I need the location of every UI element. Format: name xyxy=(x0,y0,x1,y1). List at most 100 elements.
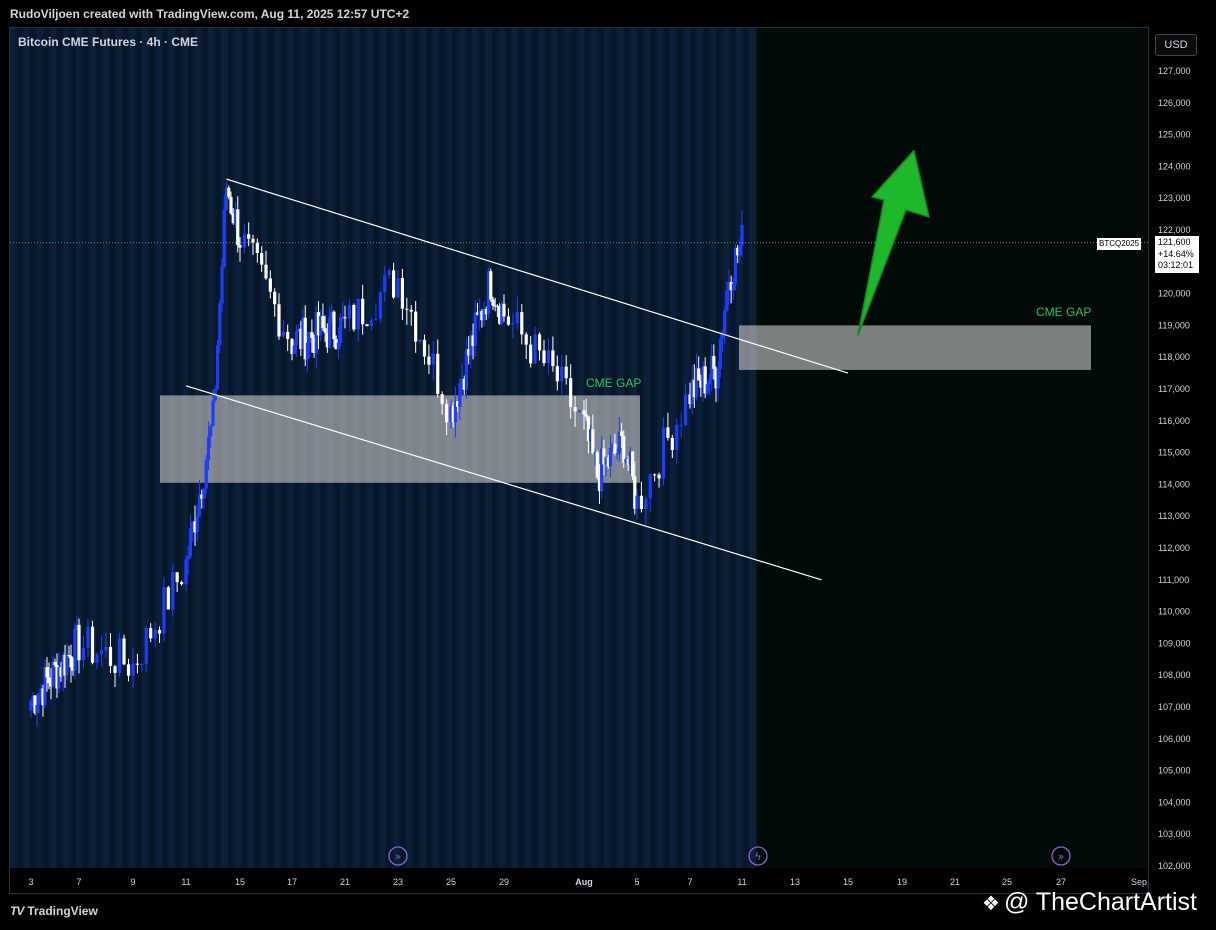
candle-body xyxy=(162,587,166,634)
candle-body xyxy=(533,334,537,364)
candle-body xyxy=(236,209,240,246)
candle-body xyxy=(520,312,524,335)
candle-body xyxy=(149,628,153,639)
candle-body xyxy=(204,460,208,489)
candle-body xyxy=(310,332,314,338)
session-stripe xyxy=(115,28,123,868)
candle-body xyxy=(582,410,586,415)
candle-body xyxy=(707,379,712,385)
session-stripe xyxy=(62,28,70,868)
candle-body xyxy=(615,453,619,455)
candle-body xyxy=(705,384,709,394)
y-tick-label: 120,000 xyxy=(1158,289,1191,299)
candle-body xyxy=(427,356,431,365)
candle-body xyxy=(683,394,688,425)
x-tick-label: 25 xyxy=(1002,877,1012,887)
candle-body xyxy=(712,356,716,369)
session-stripe xyxy=(102,28,109,868)
diamond-logo-icon: ❖ xyxy=(982,893,1000,915)
y-tick-label: 115,000 xyxy=(1158,448,1190,458)
candle-body xyxy=(81,647,86,661)
y-tick-label: 102,000 xyxy=(1158,861,1191,871)
candle-body xyxy=(73,628,77,671)
candle-body xyxy=(260,253,264,265)
last-price-box: 121,600 +14.64% 03:12:01 xyxy=(1155,236,1199,273)
candle-body xyxy=(37,693,41,705)
price-chart[interactable]: 127,000 126,000 125,000 124,000 123,000 122,0… xyxy=(0,0,1216,930)
candle-body xyxy=(65,655,69,676)
candle-body xyxy=(273,291,277,305)
candle-body xyxy=(653,474,657,476)
candle-body xyxy=(666,427,670,438)
x-tick-label: 13 xyxy=(790,877,800,887)
candle-body xyxy=(511,322,515,325)
candle-body xyxy=(418,339,422,342)
candle-body xyxy=(723,310,727,334)
candle-body xyxy=(35,704,39,713)
y-tick-label: 126,000 xyxy=(1158,98,1191,108)
cme-gap-box-upper xyxy=(739,325,1091,370)
candle-body xyxy=(352,304,356,330)
candle-body xyxy=(90,626,95,663)
y-tick-label: 119,000 xyxy=(1158,320,1190,330)
candle-body xyxy=(113,666,117,673)
candle-body xyxy=(117,638,122,673)
candle-body xyxy=(104,646,108,651)
candle-body xyxy=(131,663,135,676)
y-tick-label: 106,000 xyxy=(1158,734,1191,744)
candle-body xyxy=(670,437,674,450)
candle-body xyxy=(725,289,729,311)
candle-body xyxy=(277,304,281,337)
x-tick-label: 23 xyxy=(393,877,403,887)
session-stripe xyxy=(736,28,743,868)
candle-body xyxy=(409,309,413,312)
candle-body xyxy=(184,559,188,585)
candle-body xyxy=(422,339,427,357)
candle-body xyxy=(361,298,365,325)
last-price: 121,600 xyxy=(1158,237,1191,247)
cme-gap-box-lower xyxy=(160,395,640,483)
candle-body xyxy=(542,350,546,364)
candle-body xyxy=(238,245,242,248)
candle-body xyxy=(555,366,559,382)
y-tick-label: 122,000 xyxy=(1158,225,1191,235)
candle-body xyxy=(188,528,193,557)
y-tick-label: 107,000 xyxy=(1158,702,1191,712)
candle-body xyxy=(227,187,231,197)
candle-body xyxy=(577,410,582,412)
candle-body xyxy=(321,316,325,329)
session-stripe xyxy=(722,28,730,868)
future-area xyxy=(757,28,1148,868)
candle-body xyxy=(595,452,599,478)
x-tick-label: 27 xyxy=(1056,877,1066,887)
tradingview-logo-mark: TV xyxy=(10,904,24,918)
y-tick-label: 124,000 xyxy=(1158,161,1191,171)
candle-body xyxy=(679,424,683,426)
session-stripe xyxy=(142,28,149,868)
tradingview-logo[interactable]: TV TradingView xyxy=(10,904,98,918)
candle-body xyxy=(718,338,722,370)
candle-body xyxy=(251,238,255,243)
y-tick-label: 103,000 xyxy=(1158,829,1191,839)
symbol-label[interactable]: Bitcoin CME Futures · 4h · CME xyxy=(18,35,198,49)
candle-body xyxy=(697,368,701,381)
candle-body xyxy=(166,587,170,610)
candle-body xyxy=(45,667,49,678)
cme-gap-label-upper: CME GAP xyxy=(1036,305,1092,319)
currency-button[interactable]: USD xyxy=(1155,34,1197,56)
candle-body xyxy=(140,664,144,666)
candle-body xyxy=(405,308,409,310)
x-tick-label: 15 xyxy=(843,877,853,887)
candle-body xyxy=(67,655,71,657)
candle-body xyxy=(336,342,340,350)
session-stripe xyxy=(128,28,136,868)
candle-body xyxy=(506,316,511,325)
x-tick-label: Aug xyxy=(575,877,593,887)
x-tick-label: 7 xyxy=(687,877,692,887)
candle-body xyxy=(648,474,652,499)
candle-body xyxy=(157,629,162,634)
candle-body xyxy=(657,474,661,479)
candle-body xyxy=(537,334,542,351)
session-stripe xyxy=(76,28,83,868)
candle-body xyxy=(343,317,347,319)
